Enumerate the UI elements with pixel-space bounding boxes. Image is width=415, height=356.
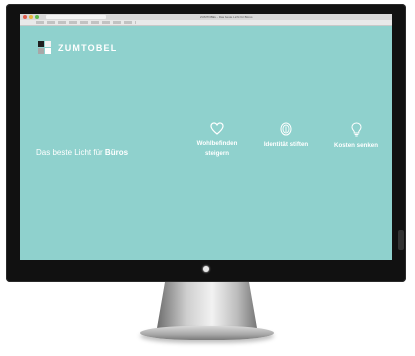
heart-icon [210,122,224,135]
logo-square-dark [38,41,44,47]
maximize-window-icon[interactable] [35,15,39,19]
zumtobel-logo-icon [38,41,51,54]
scene: ZUMTOBEL - Das beste Licht für Büros ZUM… [0,0,415,356]
headline-text: Das beste Licht für [36,148,105,157]
feature-label-line2: steigern [204,150,230,157]
headline-bold-text: Büros [104,148,129,157]
minimize-window-icon[interactable] [29,15,33,19]
brand-name: ZUMTOBEL [58,42,118,53]
monitor-cable [398,230,404,250]
feature-costs[interactable]: Kosten senken [326,122,386,151]
logo-square-grey [38,48,44,54]
power-button[interactable] [203,266,209,272]
feature-label-line1: Kosten senken [333,142,378,149]
monitor-stand-base [140,326,274,340]
feature-label-line1: Identität stiften [263,141,309,148]
address-bar[interactable] [46,15,106,19]
bookmarks-strip[interactable] [36,21,136,24]
browser-menubar [20,20,392,26]
monitor-screen: ZUMTOBEL - Das beste Licht für Büros ZUM… [20,14,392,260]
lightbulb-icon [350,122,362,137]
site-logo[interactable]: ZUMTOBEL [38,41,117,54]
logo-square-light [45,41,51,47]
logo-square-white [45,48,51,54]
feature-label-line1: Wohlbefinden [196,140,238,147]
feature-wellbeing[interactable]: Wohlbefinden steigern [184,122,250,159]
fingerprint-icon [280,122,292,136]
monitor-stand-neck [157,282,257,328]
close-window-icon[interactable] [23,15,27,19]
feature-identity[interactable]: Identität stiften [256,122,316,150]
page-headline: Das beste Licht für Büros [36,148,128,157]
